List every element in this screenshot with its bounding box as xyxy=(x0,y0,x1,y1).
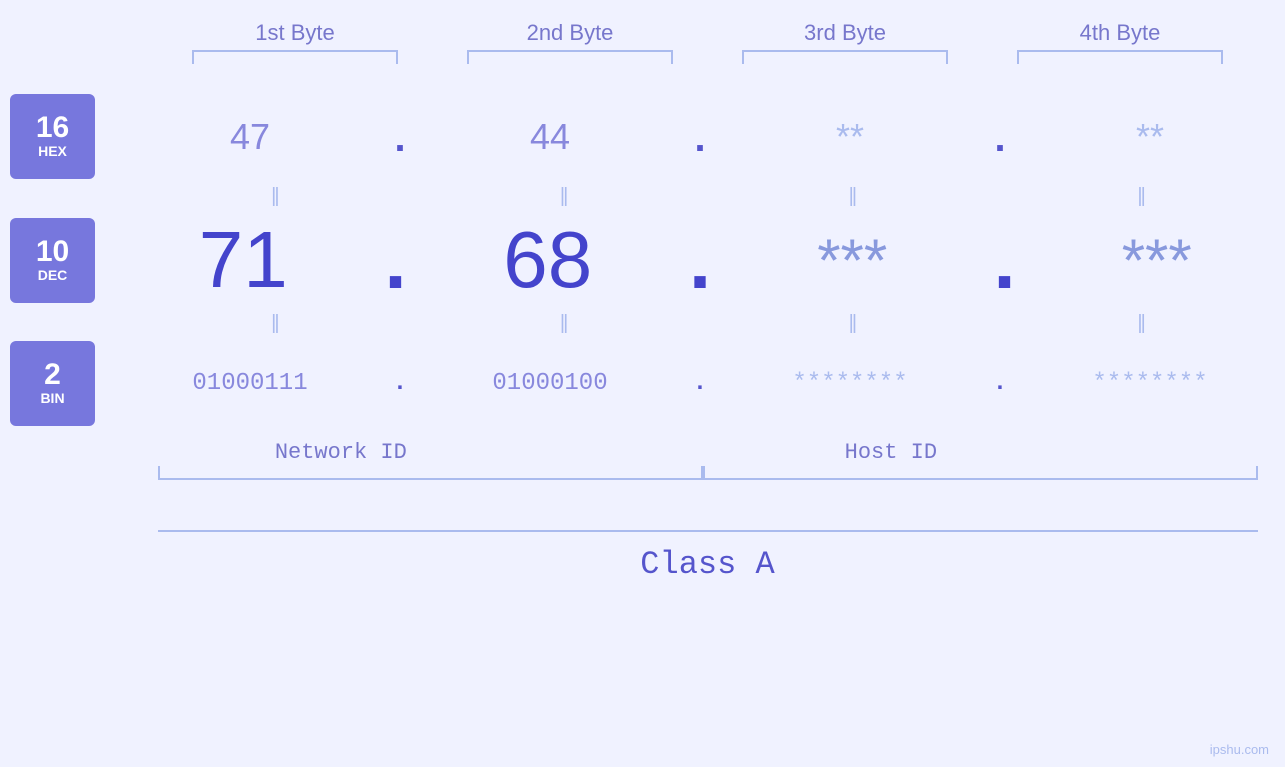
hex-dot-3: . xyxy=(985,119,1015,164)
host-id-label: Host ID xyxy=(524,438,1257,488)
bin-val-1-col: 01000111 xyxy=(115,370,385,397)
bracket-col-2 xyxy=(433,50,708,64)
bin-val-2: 01000100 xyxy=(492,370,607,397)
eq-7: || xyxy=(708,312,997,335)
hex-val-1: 47 xyxy=(230,116,270,158)
bin-row: 2 BIN 01000111 . 01000100 . ******** . *… xyxy=(0,341,1285,426)
hex-base-num: 16 xyxy=(36,113,69,143)
hex-val-4-col: ** xyxy=(1015,116,1285,158)
main-container: 1st Byte 2nd Byte 3rd Byte 4th Byte 16 H… xyxy=(0,0,1285,767)
bin-val-4: ******** xyxy=(1092,370,1207,397)
bin-dot-3: . xyxy=(985,370,1015,397)
hex-dot-2: . xyxy=(685,119,715,164)
bracket-col-3 xyxy=(708,50,983,64)
equals-row-1: || || || || xyxy=(0,179,1285,214)
hex-dot-1: . xyxy=(385,119,415,164)
eq-8: || xyxy=(996,312,1285,335)
hex-val-1-col: 47 xyxy=(115,116,385,158)
bin-values: 01000111 . 01000100 . ******** . *******… xyxy=(115,370,1285,397)
dec-val-1-col: 71 xyxy=(115,214,371,306)
byte-label-1: 1st Byte xyxy=(158,20,433,50)
eq-5: || xyxy=(130,312,419,335)
dec-val-3: *** xyxy=(817,226,887,295)
bracket-col-4 xyxy=(983,50,1258,64)
dec-values: 71 . 68 . *** . *** xyxy=(115,214,1285,306)
bin-dot-1: . xyxy=(385,370,415,397)
byte-label-3: 3rd Byte xyxy=(708,20,983,50)
host-bracket xyxy=(703,466,1258,480)
byte-labels-row: 1st Byte 2nd Byte 3rd Byte 4th Byte xyxy=(158,20,1258,50)
dec-val-1: 71 xyxy=(199,214,288,306)
byte-label-4: 4th Byte xyxy=(983,20,1258,50)
dec-base-label: DEC xyxy=(38,267,68,284)
dec-dot-2: . xyxy=(676,222,724,313)
hex-val-2: 44 xyxy=(530,116,570,158)
id-labels-container: Network ID Host ID xyxy=(158,438,1258,488)
bin-dot-2: . xyxy=(685,370,715,397)
bracket-top-row xyxy=(158,50,1258,64)
hex-val-3: ** xyxy=(836,116,864,158)
dec-row: 10 DEC 71 . 68 . *** . *** xyxy=(0,214,1285,306)
hex-val-3-col: ** xyxy=(715,116,985,158)
dec-dot-3: . xyxy=(980,222,1028,313)
bin-val-4-col: ******** xyxy=(1015,370,1285,397)
bin-val-3: ******** xyxy=(792,370,907,397)
bracket-col-1 xyxy=(158,50,433,64)
hex-values: 47 . 44 . ** . ** xyxy=(115,116,1285,158)
dec-val-4-col: *** xyxy=(1029,226,1285,295)
bin-badge: 2 BIN xyxy=(10,341,95,426)
bin-val-1: 01000111 xyxy=(192,370,307,397)
network-bracket xyxy=(158,466,703,480)
bin-base-label: BIN xyxy=(40,390,64,407)
dec-badge: 10 DEC xyxy=(10,218,95,303)
watermark: ipshu.com xyxy=(1210,742,1269,757)
hex-val-2-col: 44 xyxy=(415,116,685,158)
eq-1: || xyxy=(130,185,419,208)
hex-row: 16 HEX 47 . 44 . ** . ** xyxy=(0,94,1285,179)
dec-val-2-col: 68 xyxy=(420,214,676,306)
eq-3: || xyxy=(708,185,997,208)
network-id-label: Network ID xyxy=(158,438,525,488)
dec-val-3-col: *** xyxy=(724,226,980,295)
class-row: Class A xyxy=(158,530,1258,583)
hex-badge: 16 HEX xyxy=(10,94,95,179)
eq-6: || xyxy=(419,312,708,335)
eq-4: || xyxy=(996,185,1285,208)
bin-val-3-col: ******** xyxy=(715,370,985,397)
hex-val-4: ** xyxy=(1136,116,1164,158)
dec-base-num: 10 xyxy=(36,237,69,267)
hex-base-label: HEX xyxy=(38,143,67,160)
equals-row-2: || || || || xyxy=(0,306,1285,341)
bin-base-num: 2 xyxy=(44,360,61,390)
dec-dot-1: . xyxy=(371,222,419,313)
dec-val-2: 68 xyxy=(503,214,592,306)
dec-val-4: *** xyxy=(1122,226,1192,295)
byte-label-2: 2nd Byte xyxy=(433,20,708,50)
bin-val-2-col: 01000100 xyxy=(415,370,685,397)
class-label: Class A xyxy=(640,546,774,583)
eq-2: || xyxy=(419,185,708,208)
